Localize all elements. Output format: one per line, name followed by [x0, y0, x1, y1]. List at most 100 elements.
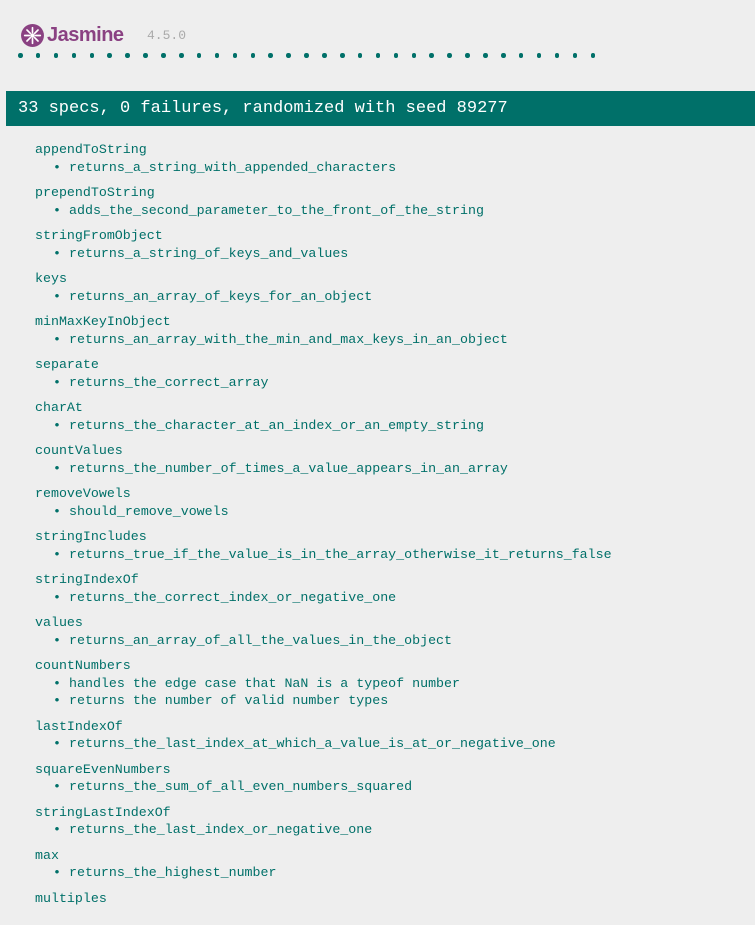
passed-spec-dot[interactable]: [268, 53, 273, 58]
spec-item: • adds_the_second_parameter_to_the_front_…: [35, 202, 755, 220]
suite-title-link[interactable]: max: [35, 847, 755, 865]
spec-link[interactable]: adds_the_second_parameter_to_the_front_o…: [69, 203, 484, 218]
suite-title-link[interactable]: values: [35, 614, 755, 632]
jasmine-logo-link[interactable]: Jasmine: [20, 23, 124, 48]
suite: squareEvenNumbers • returns_the_sum_of_all…: [35, 761, 755, 796]
spec-status-dots: [18, 53, 608, 58]
passed-spec-dot[interactable]: [322, 53, 327, 58]
spec-item: • returns_an_array_with_the_min_and_max_k…: [35, 331, 755, 349]
suite-title-link[interactable]: countValues: [35, 442, 755, 460]
suite-title-link[interactable]: stringIncludes: [35, 528, 755, 546]
spec-link[interactable]: returns_the_correct_array: [69, 375, 269, 390]
suite: countNumbers • handles the edge case that …: [35, 657, 755, 710]
passed-spec-dot[interactable]: [53, 53, 59, 58]
passed-spec-dot[interactable]: [35, 53, 41, 58]
suite-title-link[interactable]: stringLastIndexOf: [35, 804, 755, 822]
passed-spec-dot[interactable]: [501, 53, 506, 58]
passed-spec-dot[interactable]: [107, 53, 112, 58]
spec-item: • returns the number of valid number type…: [35, 692, 755, 710]
spec-link[interactable]: returns_the_sum_of_all_even_numbers_squa…: [69, 779, 412, 794]
suite-title-link[interactable]: removeVowels: [35, 485, 755, 503]
passed-spec-dot[interactable]: [536, 53, 542, 58]
bullet-icon: •: [53, 546, 61, 562]
spec-link[interactable]: returns_an_array_with_the_min_and_max_ke…: [69, 332, 508, 347]
bullet-icon: •: [53, 675, 61, 691]
spec-link[interactable]: returns_a_string_of_keys_and_values: [69, 246, 348, 261]
spec-link[interactable]: returns_the_last_index_or_negative_one: [69, 822, 372, 837]
spec-link[interactable]: returns_a_string_with_appended_character…: [69, 160, 396, 175]
spec-link[interactable]: returns_an_array_of_keys_for_an_object: [69, 289, 372, 304]
suite-title-link[interactable]: multiples: [35, 890, 755, 908]
spec-item: • returns_the_last_index_at_which_a_value…: [35, 735, 755, 753]
spec-item: • returns_the_last_index_or_negative_one: [35, 821, 755, 839]
spec-item: • returns_a_string_with_appended_characte…: [35, 159, 755, 177]
passed-spec-dot[interactable]: [429, 53, 434, 58]
bullet-icon: •: [53, 865, 61, 880]
spec-item: • returns_true_if_the_value_is_in_the_arr…: [35, 546, 755, 564]
suite-title-link[interactable]: squareEvenNumbers: [35, 761, 755, 779]
spec-link[interactable]: returns_the_number_of_times_a_value_appe…: [69, 461, 508, 476]
suite-title-link[interactable]: separate: [35, 356, 755, 374]
spec-link[interactable]: handles the edge case that NaN is a type…: [69, 676, 460, 691]
passed-spec-dot[interactable]: [143, 53, 148, 58]
passed-spec-dot[interactable]: [196, 53, 202, 58]
suite: keys • returns_an_array_of_keys_for_an_obj…: [35, 270, 755, 305]
suite: appendToString • returns_a_string_with_app…: [35, 141, 755, 176]
passed-spec-dot[interactable]: [465, 53, 470, 58]
passed-spec-dot[interactable]: [250, 53, 256, 58]
suite-title-link[interactable]: prependToString: [35, 184, 755, 202]
spec-item: • handles the edge case that NaN is a typ…: [35, 675, 755, 693]
bullet-icon: •: [53, 245, 61, 261]
spec-link[interactable]: returns_the_highest_number: [69, 865, 276, 880]
passed-spec-dot[interactable]: [214, 53, 220, 58]
passed-spec-dot[interactable]: [393, 53, 399, 58]
passed-spec-dot[interactable]: [518, 53, 524, 58]
suite-title-link[interactable]: stringFromObject: [35, 227, 755, 245]
spec-item: • returns_an_array_of_keys_for_an_object: [35, 288, 755, 306]
suite: stringIncludes • returns_true_if_the_value…: [35, 528, 755, 563]
spec-link[interactable]: returns_an_array_of_all_the_values_in_th…: [69, 633, 452, 648]
spec-item: • returns_the_correct_array: [35, 374, 755, 392]
suite-title-link[interactable]: minMaxKeyInObject: [35, 313, 755, 331]
passed-spec-dot[interactable]: [357, 53, 363, 58]
bullet-icon: •: [53, 693, 61, 708]
spec-link[interactable]: returns the number of valid number types: [69, 693, 388, 708]
suite-title-link[interactable]: appendToString: [35, 141, 755, 159]
passed-spec-dot[interactable]: [89, 53, 95, 58]
passed-spec-dot[interactable]: [590, 53, 595, 58]
bullet-icon: •: [53, 736, 61, 751]
passed-spec-dot[interactable]: [232, 53, 238, 58]
spec-link[interactable]: returns_the_last_index_at_which_a_value_…: [69, 736, 556, 751]
passed-spec-dot[interactable]: [18, 53, 23, 58]
passed-spec-dot[interactable]: [161, 53, 166, 58]
suite-title-link[interactable]: stringIndexOf: [35, 571, 755, 589]
suite-title-link[interactable]: keys: [35, 270, 755, 288]
bullet-icon: •: [53, 331, 61, 347]
suite: prependToString • adds_the_second_paramete…: [35, 184, 755, 219]
bullet-icon: •: [53, 632, 61, 648]
bullet-icon: •: [53, 374, 61, 390]
passed-spec-dot[interactable]: [411, 53, 417, 58]
passed-spec-dot[interactable]: [447, 53, 452, 58]
passed-spec-dot[interactable]: [572, 53, 578, 58]
passed-spec-dot[interactable]: [304, 53, 309, 58]
suite: separate • returns_the_correct_array: [35, 356, 755, 391]
spec-link[interactable]: returns_true_if_the_value_is_in_the_arra…: [69, 547, 612, 562]
bullet-icon: •: [53, 288, 61, 304]
suite: stringFromObject • returns_a_string_of_key…: [35, 227, 755, 262]
suite-title-link[interactable]: charAt: [35, 399, 755, 417]
passed-spec-dot[interactable]: [179, 53, 184, 58]
passed-spec-dot[interactable]: [554, 53, 560, 58]
suite-title-link[interactable]: countNumbers: [35, 657, 755, 675]
passed-spec-dot[interactable]: [340, 53, 345, 58]
passed-spec-dot[interactable]: [125, 53, 130, 58]
spec-link[interactable]: returns_the_character_at_an_index_or_an_…: [69, 418, 484, 433]
spec-link[interactable]: should_remove_vowels: [69, 504, 229, 519]
suite-title-link[interactable]: lastIndexOf: [35, 718, 755, 736]
passed-spec-dot[interactable]: [483, 53, 488, 58]
passed-spec-dot[interactable]: [71, 53, 77, 58]
spec-item: • should_remove_vowels: [35, 503, 755, 521]
passed-spec-dot[interactable]: [286, 53, 291, 58]
spec-link[interactable]: returns_the_correct_index_or_negative_on…: [69, 590, 396, 605]
passed-spec-dot[interactable]: [375, 53, 381, 58]
